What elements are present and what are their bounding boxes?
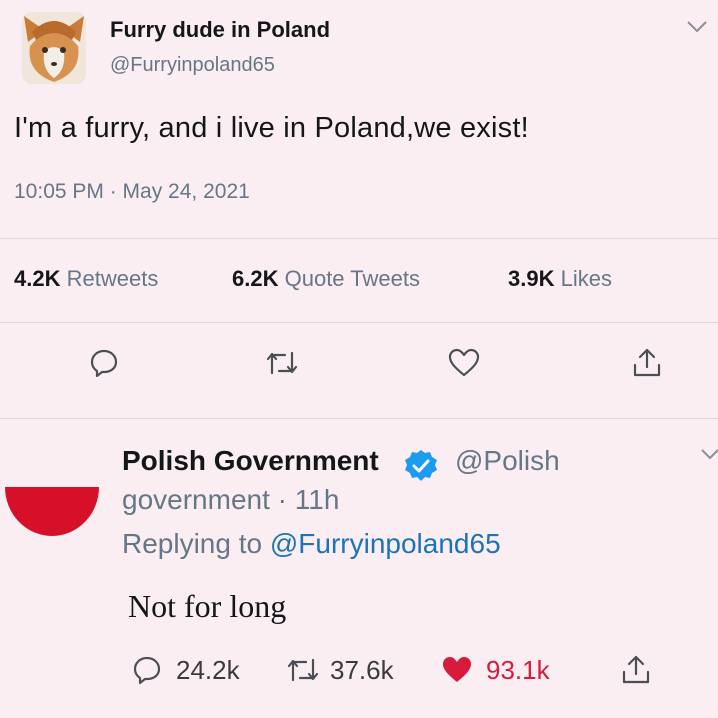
divider	[0, 322, 718, 323]
reply-icon	[89, 348, 119, 383]
reply-author-name[interactable]: Polish Government	[122, 445, 379, 477]
reply-author-handle-continued[interactable]: government	[122, 484, 270, 515]
reply-retweet-button[interactable]: 37.6k	[286, 648, 394, 692]
retweet-icon	[265, 349, 299, 382]
replying-to-prefix: Replying to	[122, 528, 263, 559]
likes-label: Likes	[560, 266, 612, 291]
replying-to-mention-link[interactable]: @Furryinpoland65	[270, 528, 501, 559]
verified-badge-icon	[403, 448, 439, 484]
retweets-label: Retweets	[66, 266, 159, 291]
reply-age: · 11h	[277, 484, 340, 515]
divider	[0, 238, 718, 239]
heart-filled-icon	[440, 655, 474, 685]
avatar[interactable]	[5, 487, 99, 536]
reply-count: 24.2k	[176, 654, 240, 685]
tweet-timestamp[interactable]: 10:05 PM · May 24, 2021	[14, 180, 250, 204]
retweet-count: 37.6k	[330, 654, 394, 685]
reply-button[interactable]	[84, 345, 124, 385]
reply-reply-button[interactable]: 24.2k	[132, 648, 240, 692]
retweets-stat[interactable]: 4.2K Retweets	[14, 266, 158, 292]
replying-to-line: Replying to @Furryinpoland65	[122, 528, 501, 560]
chevron-down-icon[interactable]	[700, 448, 718, 467]
share-icon	[631, 347, 663, 384]
retweet-icon	[286, 656, 320, 684]
like-icon	[448, 348, 480, 383]
quotes-count: 6.2K	[232, 266, 279, 291]
divider	[0, 418, 718, 419]
likes-count: 3.9K	[508, 266, 555, 291]
author-handle[interactable]: @Furryinpoland65	[110, 54, 275, 77]
reply-share-button[interactable]	[620, 648, 652, 692]
author-name[interactable]: Furry dude in Poland	[110, 17, 330, 43]
likes-stat[interactable]: 3.9K Likes	[508, 266, 612, 292]
like-button[interactable]	[444, 345, 484, 385]
retweet-button[interactable]	[262, 345, 302, 385]
reply-handle-line: government · 11h	[122, 484, 339, 516]
chevron-down-icon[interactable]	[686, 20, 708, 39]
tweet-text: I'm a furry, and i live in Poland,we exi…	[14, 112, 529, 144]
share-icon	[620, 654, 652, 686]
share-button[interactable]	[627, 345, 667, 385]
avatar[interactable]	[22, 12, 86, 84]
reply-icon	[132, 655, 162, 685]
quotes-label: Quote Tweets	[284, 266, 420, 291]
quote-tweets-stat[interactable]: 6.2K Quote Tweets	[232, 266, 420, 292]
reply-author-handle[interactable]: @Polish	[455, 445, 560, 477]
like-count: 93.1k	[486, 654, 550, 685]
reply-like-button[interactable]: 93.1k	[440, 648, 550, 692]
reply-text: Not for long	[128, 588, 287, 624]
retweets-count: 4.2K	[14, 266, 61, 291]
